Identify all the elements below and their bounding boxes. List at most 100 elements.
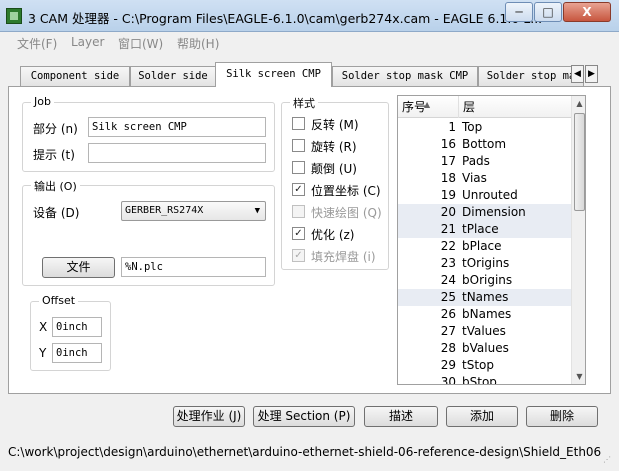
device-dropdown[interactable]: GERBER_RS274X ▼ <box>121 201 266 221</box>
layer-name: bOrigins <box>462 273 513 287</box>
job-group-title: Job <box>31 95 54 108</box>
process-section-button[interactable]: 处理 Section (P) <box>253 406 355 427</box>
mirror-checkbox[interactable] <box>292 117 305 130</box>
style-group: 样式 反转 (M) 旋转 (R) 颠倒 (U) ✓ 位置坐标 (C) 快速绘图 … <box>281 95 389 270</box>
prompt-field[interactable] <box>88 143 266 163</box>
rotate-checkbox[interactable] <box>292 139 305 152</box>
layer-row[interactable]: 18 Vias <box>398 170 571 187</box>
device-value: GERBER_RS274X <box>125 205 204 216</box>
tab-solder-side[interactable]: Solder side <box>130 66 216 86</box>
device-label: 设备 (D) <box>33 206 80 220</box>
style-group-title: 样式 <box>290 95 318 111</box>
layer-name: tNames <box>462 290 509 304</box>
title-bar: 3 CAM 处理器 - C:\Program Files\EAGLE-6.1.0… <box>0 0 619 32</box>
layer-number: 27 <box>440 324 456 338</box>
tab-silk-screen-cmp[interactable]: Silk screen CMP <box>215 62 332 87</box>
resize-grip-icon[interactable]: ⋰ <box>603 455 611 464</box>
tab-panel: Job 部分 (n) Silk screen CMP 提示 (t) 输出 (O)… <box>8 86 611 394</box>
tab-scroll-left-icon[interactable]: ◀ <box>571 65 584 83</box>
offset-y-field[interactable]: 0inch <box>52 343 102 363</box>
job-group: Job 部分 (n) Silk screen CMP 提示 (t) <box>22 95 275 172</box>
layer-number: 19 <box>440 188 456 202</box>
layer-row[interactable]: 19 Unrouted <box>398 187 571 204</box>
layer-row[interactable]: 27 tValues <box>398 323 571 340</box>
close-button[interactable]: X <box>563 2 611 22</box>
layer-name: tOrigins <box>462 256 510 270</box>
layer-row[interactable]: 24 bOrigins <box>398 272 571 289</box>
layer-name: tStop <box>462 358 494 372</box>
layer-row[interactable]: 26 bNames <box>398 306 571 323</box>
tab-scroll-right-icon[interactable]: ▶ <box>585 65 598 83</box>
layer-name: bNames <box>462 307 512 321</box>
layer-list[interactable]: 序号 ▲ 层 1 Top 16 Bottom 17 Pads 18 Vias 19 Unroute… <box>397 95 586 385</box>
layer-number: 28 <box>440 341 456 355</box>
sort-ascending-icon: ▲ <box>424 100 431 109</box>
column-layer-name[interactable]: 层 <box>459 96 571 118</box>
tab-solder-stop-mask-cmp[interactable]: Solder stop mask CMP <box>332 66 478 86</box>
layer-row[interactable]: 25 tNames <box>398 289 571 306</box>
upside-down-checkbox[interactable] <box>292 161 305 174</box>
layer-number: 16 <box>440 137 456 151</box>
layer-number: 18 <box>440 171 456 185</box>
layer-name: Vias <box>462 171 487 185</box>
offset-group-title: Offset <box>39 294 79 307</box>
layer-row[interactable]: 17 Pads <box>398 153 571 170</box>
tab-solder-stop-mask-sol[interactable]: Solder stop ma <box>478 66 584 86</box>
menu-file[interactable]: 文件(F) <box>17 35 57 52</box>
layer-number: 24 <box>440 273 456 287</box>
layer-row[interactable]: 16 Bottom <box>398 136 571 153</box>
scroll-thumb[interactable] <box>574 113 585 211</box>
layer-row[interactable]: 21 tPlace <box>398 221 571 238</box>
layer-number: 29 <box>440 358 456 372</box>
status-bar-path: C:\work\project\design\arduino\ethernet\… <box>8 445 602 459</box>
layer-number: 21 <box>440 222 456 236</box>
describe-button[interactable]: 描述 <box>364 406 438 427</box>
chevron-down-icon: ▼ <box>254 206 260 216</box>
delete-button[interactable]: 删除 <box>526 406 598 427</box>
layer-name: Bottom <box>462 137 507 151</box>
layer-name: Unrouted <box>462 188 518 202</box>
fill-pads-checkbox: ✓ <box>292 249 305 262</box>
optimize-checkbox[interactable]: ✓ <box>292 227 305 240</box>
layer-number: 20 <box>440 205 456 219</box>
layer-row[interactable]: 20 Dimension <box>398 204 571 221</box>
quickplot-checkbox <box>292 205 305 218</box>
output-file-field[interactable]: %N.plc <box>121 257 266 277</box>
tab-component-side[interactable]: Component side <box>20 66 130 86</box>
layer-name: bValues <box>462 341 509 355</box>
column-layer-number[interactable]: 序号 ▲ <box>398 96 459 118</box>
layer-number: 22 <box>440 239 456 253</box>
add-button[interactable]: 添加 <box>446 406 518 427</box>
layer-list-scrollbar[interactable]: ▲ ▼ <box>571 96 585 384</box>
scroll-up-icon[interactable]: ▲ <box>572 96 585 111</box>
menu-bar: 文件(F) Layer 窗口(W) 帮助(H) <box>8 32 611 54</box>
prompt-label: 提示 (t) <box>33 148 75 162</box>
layer-row[interactable]: 30 bStop <box>398 374 571 384</box>
process-job-button[interactable]: 处理作业 (J) <box>173 406 245 427</box>
maximize-button[interactable]: □ <box>534 2 562 22</box>
layer-row[interactable]: 28 bValues <box>398 340 571 357</box>
pos-coord-checkbox[interactable]: ✓ <box>292 183 305 196</box>
section-label: 部分 (n) <box>33 122 78 136</box>
layer-number: 23 <box>440 256 456 270</box>
scroll-down-icon[interactable]: ▼ <box>572 369 585 384</box>
file-button[interactable]: 文件 <box>42 257 115 278</box>
layer-name: tValues <box>462 324 506 338</box>
layer-row[interactable]: 29 tStop <box>398 357 571 374</box>
menu-layer[interactable]: Layer <box>71 35 104 49</box>
offset-x-field[interactable]: 0inch <box>52 317 102 337</box>
layer-row[interactable]: 23 tOrigins <box>398 255 571 272</box>
section-tabs: Component side Solder side Silk screen C… <box>8 62 611 87</box>
layer-name: Pads <box>462 154 490 168</box>
menu-window[interactable]: 窗口(W) <box>118 35 163 52</box>
section-name-field[interactable]: Silk screen CMP <box>88 117 266 137</box>
window-title: 3 CAM 处理器 - C:\Program Files\EAGLE-6.1.0… <box>28 11 543 26</box>
layer-row[interactable]: 1 Top <box>398 119 571 136</box>
layer-number: 25 <box>440 290 456 304</box>
layer-list-header: 序号 ▲ 层 <box>398 96 571 118</box>
minimize-button[interactable]: ─ <box>505 2 533 22</box>
offset-y-label: Y <box>39 346 47 360</box>
layer-row[interactable]: 22 bPlace <box>398 238 571 255</box>
layer-name: bPlace <box>462 239 502 253</box>
menu-help[interactable]: 帮助(H) <box>177 35 219 52</box>
